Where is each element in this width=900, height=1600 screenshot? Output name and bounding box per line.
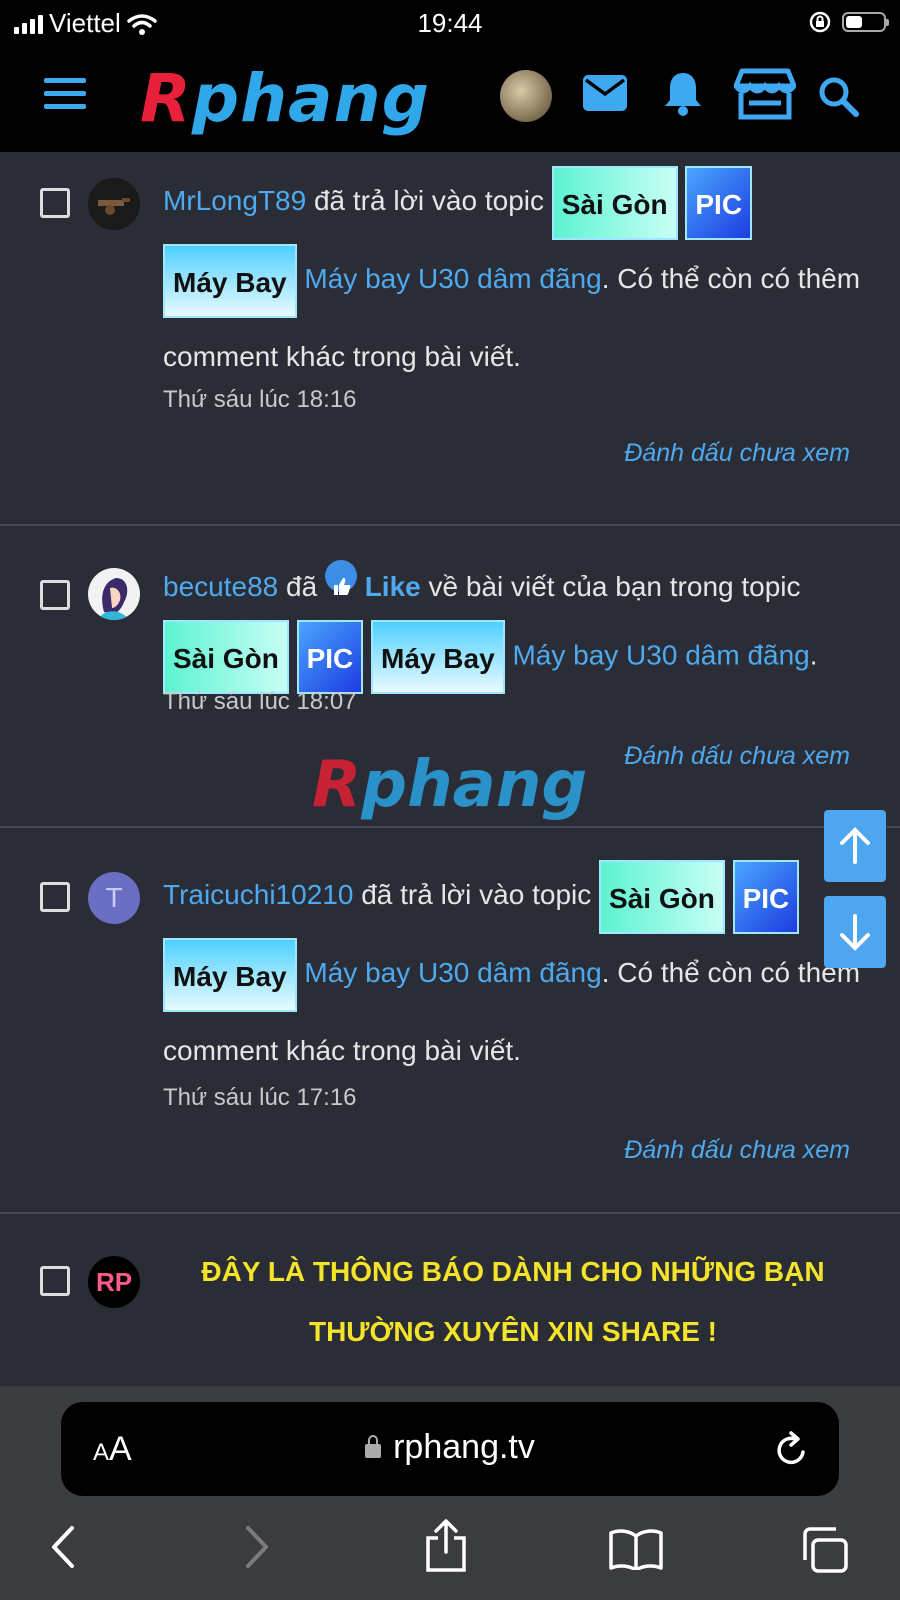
arrow-up-icon — [840, 827, 870, 864]
status-bar: Viettel 19:44 — [0, 0, 900, 48]
timestamp: Thứ sáu lúc 17:16 — [163, 1084, 357, 1111]
clock: 19:44 — [417, 8, 483, 38]
tag-saigon[interactable]: Sài Gòn — [163, 620, 289, 694]
avatar[interactable]: RP — [88, 1256, 140, 1308]
store-icon[interactable] — [734, 68, 796, 120]
notification-item: MrLongT89 đã trả lời vào topic Sài Gòn P… — [0, 152, 900, 526]
address-bar[interactable]: AA rphang.tv — [61, 1402, 839, 1496]
tag-pic[interactable]: PIC — [685, 165, 753, 240]
watermark-logo: Rphang — [312, 748, 588, 822]
tabs-icon[interactable] — [800, 1526, 850, 1574]
site-header: Rphang — [0, 48, 900, 152]
share-icon[interactable] — [424, 1518, 468, 1574]
scroll-top-button[interactable] — [824, 810, 886, 882]
mail-icon[interactable] — [582, 74, 628, 112]
select-checkbox[interactable] — [40, 580, 70, 610]
tag-maybay[interactable]: Máy Bay — [163, 243, 297, 318]
announcement-text[interactable]: ĐÂY LÀ THÔNG BÁO DÀNH CHO NHỮNG BẠN THƯỜ… — [163, 1242, 863, 1362]
mark-unread-link[interactable]: Đánh dấu chưa xem — [624, 1136, 850, 1165]
user-link[interactable]: Traicuchi10210 — [163, 879, 353, 910]
battery-icon — [842, 12, 889, 32]
tag-saigon[interactable]: Sài Gòn — [599, 859, 725, 934]
mark-unread-link[interactable]: Đánh dấu chưa xem — [624, 742, 850, 771]
like-icon — [324, 560, 357, 595]
notification-item: RP ĐÂY LÀ THÔNG BÁO DÀNH CHO NHỮNG BẠN T… — [0, 1214, 900, 1414]
select-checkbox[interactable] — [40, 1266, 70, 1296]
select-checkbox[interactable] — [40, 188, 70, 218]
topic-link[interactable]: Máy bay U30 dâm đãng — [512, 639, 809, 670]
avatar[interactable] — [88, 568, 140, 620]
site-logo[interactable]: Rphang — [140, 60, 430, 137]
bookmarks-icon[interactable] — [608, 1528, 664, 1570]
rotation-lock-icon — [809, 11, 831, 33]
tag-pic[interactable]: PIC — [732, 859, 800, 934]
timestamp: Thứ sáu lúc 18:07 — [163, 688, 357, 715]
notification-text: Traicuchi10210 đã trả lời vào topic Sài … — [163, 856, 873, 1090]
reload-icon[interactable] — [773, 1430, 809, 1468]
tag-pic[interactable]: PIC — [296, 620, 364, 694]
avatar[interactable] — [88, 178, 140, 230]
lock-icon — [365, 1435, 382, 1458]
tag-maybay[interactable]: Máy Bay — [371, 620, 505, 694]
notification-text: becute88 đã Like về bài viết của bạn tro… — [163, 554, 873, 694]
bell-icon[interactable] — [662, 70, 704, 116]
arrow-down-icon — [840, 914, 870, 951]
tag-maybay[interactable]: Máy Bay — [163, 937, 297, 1012]
mark-unread-link[interactable]: Đánh dấu chưa xem — [624, 439, 850, 468]
hamburger-menu-icon[interactable] — [44, 78, 86, 114]
user-avatar[interactable] — [500, 70, 552, 122]
search-icon[interactable] — [818, 76, 860, 118]
topic-link[interactable]: Máy bay U30 dâm đãng — [304, 957, 601, 988]
notification-item: T Traicuchi10210 đã trả lời vào topic Sà… — [0, 828, 900, 1214]
scroll-bottom-button[interactable] — [824, 896, 886, 968]
browser-toolbar: AA rphang.tv — [0, 1386, 900, 1600]
avatar[interactable]: T — [88, 872, 140, 924]
user-link[interactable]: MrLongT89 — [163, 185, 306, 216]
back-icon[interactable] — [48, 1524, 80, 1570]
topic-link[interactable]: Máy bay U30 dâm đãng — [304, 263, 601, 294]
tag-saigon[interactable]: Sài Gòn — [551, 165, 678, 240]
forward-icon[interactable] — [240, 1524, 272, 1570]
url-display[interactable]: rphang.tv — [61, 1428, 839, 1467]
user-link[interactable]: becute88 — [163, 571, 278, 602]
timestamp: Thứ sáu lúc 18:16 — [163, 386, 357, 413]
like-label: Like — [364, 571, 421, 602]
notification-text: MrLongT89 đã trả lời vào topic Sài Gòn P… — [163, 162, 873, 396]
select-checkbox[interactable] — [40, 882, 70, 912]
